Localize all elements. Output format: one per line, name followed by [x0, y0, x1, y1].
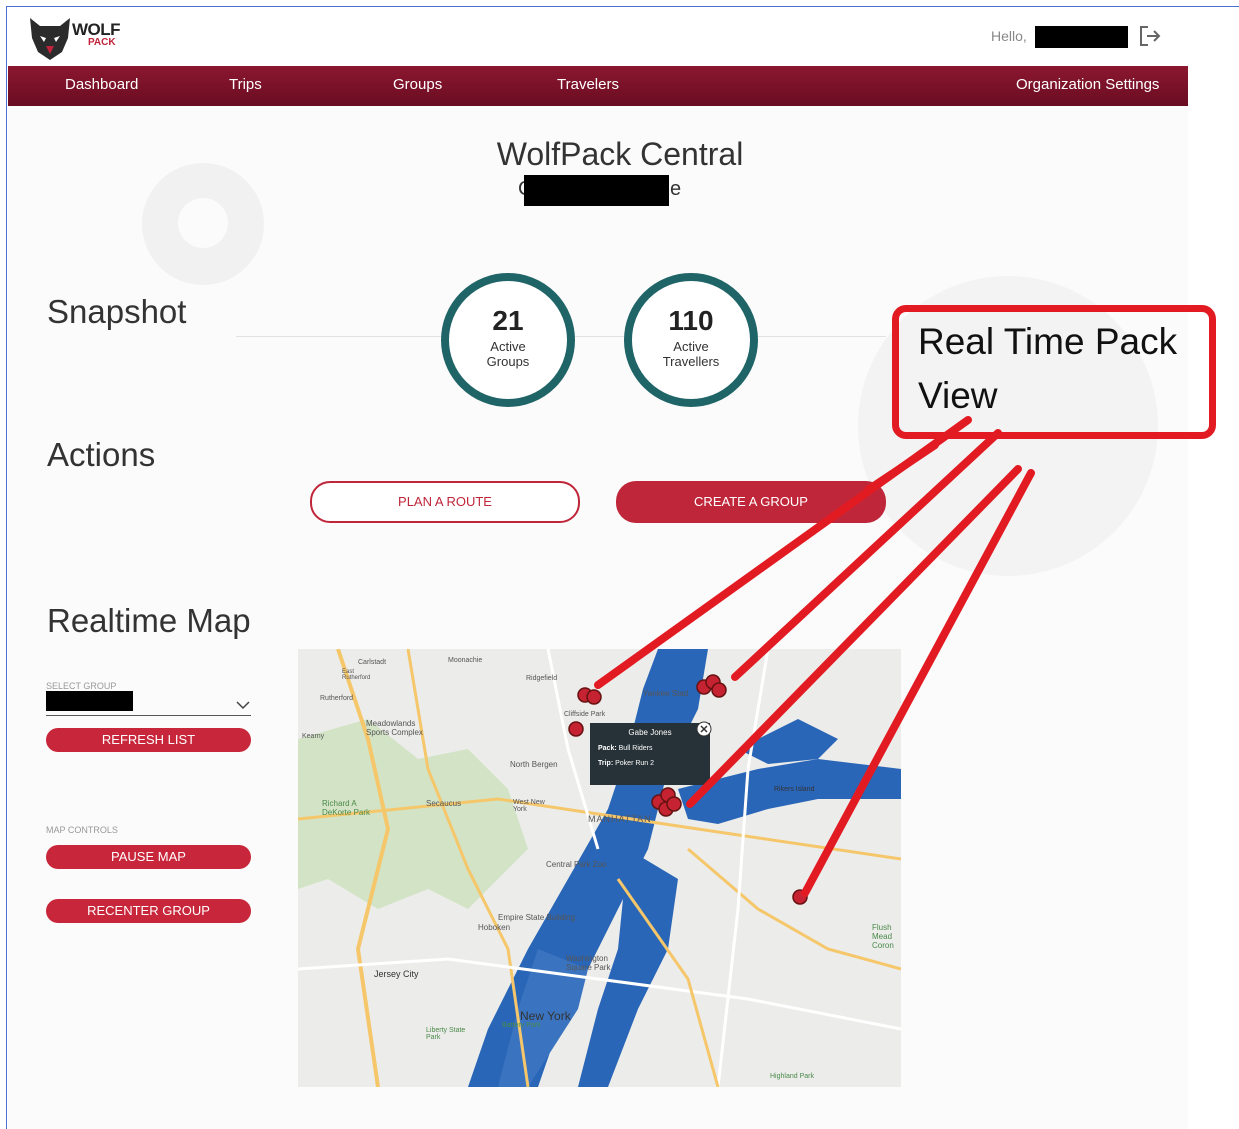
- annotation-arrows: [594, 416, 1035, 897]
- callout-line-1: Real Time Pack: [918, 321, 1178, 362]
- annotation-callout-text: Real Time Pack View: [918, 315, 1208, 423]
- callout-line-2: View: [918, 375, 998, 416]
